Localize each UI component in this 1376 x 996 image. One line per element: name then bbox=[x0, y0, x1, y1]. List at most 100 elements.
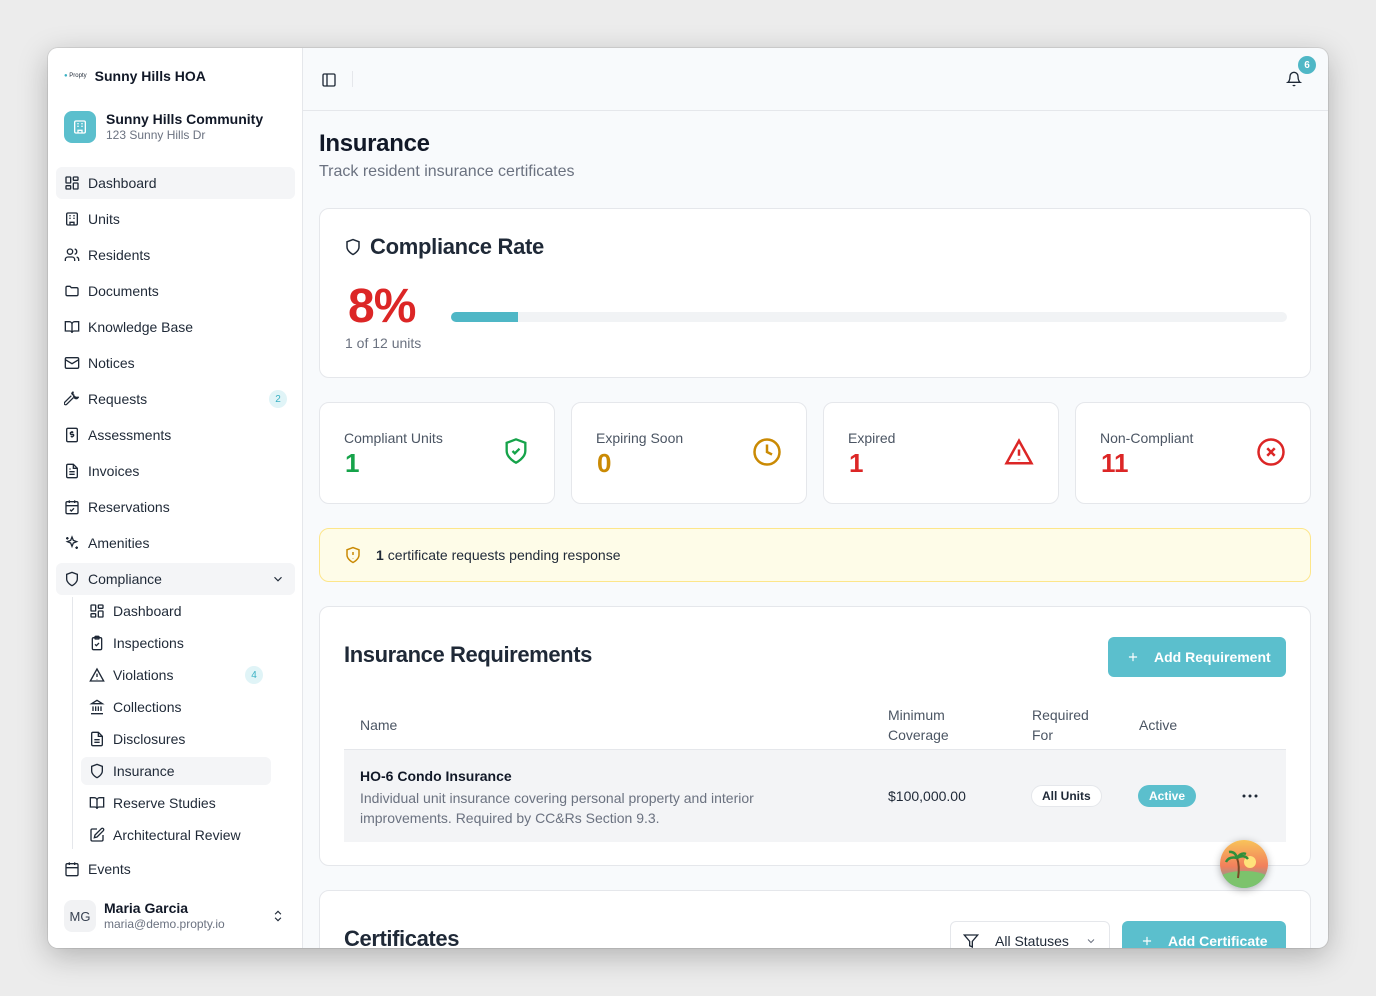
calendar-icon bbox=[65, 862, 79, 877]
compliance-rate-title-text: Compliance Rate bbox=[370, 234, 544, 259]
bell-icon[interactable] bbox=[1286, 71, 1302, 87]
stat-card-expiring: Expiring Soon 0 bbox=[571, 402, 807, 504]
status-badge: Active bbox=[1138, 785, 1197, 807]
column-header-active[interactable]: Active bbox=[1139, 715, 1177, 735]
subnav-item-dashboard[interactable]: Dashboard bbox=[81, 597, 271, 625]
certificates-card: Certificates All Statuses Add Certificat… bbox=[319, 890, 1311, 948]
brand-name: Sunny Hills HOA bbox=[94, 68, 206, 84]
add-requirement-button[interactable]: Add Requirement bbox=[1108, 637, 1286, 677]
sidebar-item-reservations[interactable]: Reservations bbox=[56, 491, 295, 523]
dashboard-icon bbox=[65, 176, 79, 190]
alert-text: 1 certificate requests pending response bbox=[376, 547, 621, 563]
subnav-item-architectural-review[interactable]: Architectural Review bbox=[81, 821, 271, 849]
requirement-description: Individual unit insurance covering perso… bbox=[360, 790, 754, 826]
subnav-item-violations[interactable]: Violations 4 bbox=[81, 661, 271, 689]
assistant-avatar-button[interactable] bbox=[1220, 840, 1268, 888]
sidebar-item-label: Units bbox=[88, 211, 120, 227]
column-header-coverage[interactable]: Minimum Coverage bbox=[888, 705, 978, 745]
subnav-item-label: Architectural Review bbox=[113, 827, 241, 843]
sidebar-item-label: Amenities bbox=[88, 535, 150, 551]
alert-triangle-icon bbox=[1004, 438, 1034, 465]
notification-count-badge: 6 bbox=[1298, 56, 1316, 74]
shield-alert-icon bbox=[346, 546, 360, 564]
pending-requests-alert: 1 certificate requests pending response bbox=[319, 528, 1311, 582]
sidebar: ● Propty Sunny Hills HOA Sunny Hills Com… bbox=[48, 48, 303, 948]
chevron-down-icon bbox=[1087, 939, 1095, 944]
users-icon bbox=[64, 248, 80, 261]
subnav-item-reserve-studies[interactable]: Reserve Studies bbox=[81, 789, 271, 817]
table-row[interactable]: HO-6 Condo Insurance Individual unit ins… bbox=[344, 749, 1286, 842]
sidebar-item-label: Requests bbox=[88, 391, 148, 407]
brand-logo-text: Propty bbox=[69, 73, 87, 79]
subnav-item-disclosures[interactable]: Disclosures bbox=[81, 725, 271, 753]
x-circle-icon bbox=[1257, 438, 1285, 466]
avatar: MG bbox=[64, 900, 96, 932]
sidebar-item-knowledge-base[interactable]: Knowledge Base bbox=[56, 311, 295, 343]
sidebar-item-requests[interactable]: Requests 2 bbox=[56, 383, 295, 415]
community-name: Sunny Hills Community bbox=[106, 111, 264, 127]
receipt-dollar-icon bbox=[66, 427, 78, 443]
sidebar-item-label: Reservations bbox=[88, 499, 170, 515]
sidebar-item-label: Documents bbox=[88, 283, 159, 299]
calendar-check-icon bbox=[65, 500, 79, 515]
sidebar-item-events[interactable]: Events bbox=[56, 853, 295, 885]
subnav-item-label: Reserve Studies bbox=[113, 795, 216, 811]
stat-card-non-compliant: Non-Compliant 11 bbox=[1075, 402, 1311, 504]
brand[interactable]: ● Propty Sunny Hills HOA bbox=[64, 68, 206, 84]
subnav-item-label: Dashboard bbox=[113, 603, 182, 619]
stat-label: Compliant Units bbox=[344, 430, 443, 446]
topbar: 6 bbox=[303, 48, 1328, 111]
subnav-item-inspections[interactable]: Inspections bbox=[81, 629, 271, 657]
sidebar-item-residents[interactable]: Residents bbox=[56, 239, 295, 271]
sidebar-item-label: Dashboard bbox=[88, 175, 157, 191]
column-header-required-for[interactable]: Required For bbox=[1032, 705, 1112, 745]
required-for-badge: All Units bbox=[1031, 785, 1102, 807]
sidebar-item-dashboard[interactable]: Dashboard bbox=[56, 167, 295, 199]
page-title: Insurance bbox=[319, 130, 430, 157]
certificates-title: Certificates bbox=[344, 926, 460, 948]
add-certificate-button[interactable]: Add Certificate bbox=[1122, 921, 1286, 948]
clock-icon bbox=[753, 438, 781, 466]
page-subtitle: Track resident insurance certificates bbox=[319, 163, 575, 180]
add-certificate-label: Add Certificate bbox=[1168, 933, 1268, 948]
sidebar-item-documents[interactable]: Documents bbox=[56, 275, 295, 307]
clipboard-check-icon bbox=[91, 635, 103, 651]
brand-logo: ● Propty bbox=[64, 73, 87, 79]
compliance-progress-bar bbox=[451, 312, 1287, 322]
alert-triangle-icon bbox=[89, 667, 105, 682]
user-menu[interactable]: MG Maria Garcia maria@demo.propty.io bbox=[64, 900, 289, 932]
sidebar-item-assessments[interactable]: Assessments bbox=[56, 419, 295, 451]
compliance-rate-title: Compliance Rate bbox=[344, 234, 544, 260]
wrench-icon bbox=[64, 391, 80, 406]
status-filter-label: All Statuses bbox=[995, 933, 1069, 948]
sidebar-item-label: Assessments bbox=[88, 427, 172, 443]
sidebar-item-invoices[interactable]: Invoices bbox=[56, 455, 295, 487]
requirement-name: HO-6 Condo Insurance bbox=[360, 768, 512, 784]
more-options-icon[interactable] bbox=[1242, 794, 1258, 798]
folder-icon bbox=[65, 285, 79, 297]
shield-check-icon bbox=[505, 438, 527, 464]
shield-icon bbox=[66, 571, 78, 587]
stat-card-compliant: Compliant Units 1 bbox=[319, 402, 555, 504]
alert-count: 1 bbox=[376, 547, 384, 563]
sidebar-item-amenities[interactable]: Amenities bbox=[56, 527, 295, 559]
sidebar-item-units[interactable]: Units bbox=[56, 203, 295, 235]
subnav-item-collections[interactable]: Collections bbox=[81, 693, 271, 721]
building-icon bbox=[66, 212, 78, 226]
sidebar-item-compliance[interactable]: Compliance bbox=[56, 563, 295, 595]
subnav-item-label: Violations bbox=[113, 667, 174, 683]
community-switcher[interactable]: Sunny Hills Community 123 Sunny Hills Dr bbox=[64, 111, 263, 143]
alert-message: certificate requests pending response bbox=[387, 547, 621, 563]
status-filter-select[interactable]: All Statuses bbox=[950, 921, 1110, 948]
stat-value: 11 bbox=[1101, 448, 1129, 478]
main-content: 6 Insurance Track resident insurance cer… bbox=[303, 48, 1328, 948]
column-header-name[interactable]: Name bbox=[360, 715, 397, 735]
stat-label: Non-Compliant bbox=[1100, 430, 1194, 446]
subnav-item-insurance[interactable]: Insurance bbox=[81, 757, 271, 785]
dashboard-icon bbox=[90, 604, 104, 618]
insurance-requirements-card: Insurance Requirements Add Requirement N… bbox=[319, 606, 1311, 866]
requirement-coverage: $100,000.00 bbox=[888, 788, 966, 804]
sidebar-item-notices[interactable]: Notices bbox=[56, 347, 295, 379]
shield-icon bbox=[91, 763, 103, 779]
sidebar-toggle-icon[interactable] bbox=[321, 72, 337, 88]
